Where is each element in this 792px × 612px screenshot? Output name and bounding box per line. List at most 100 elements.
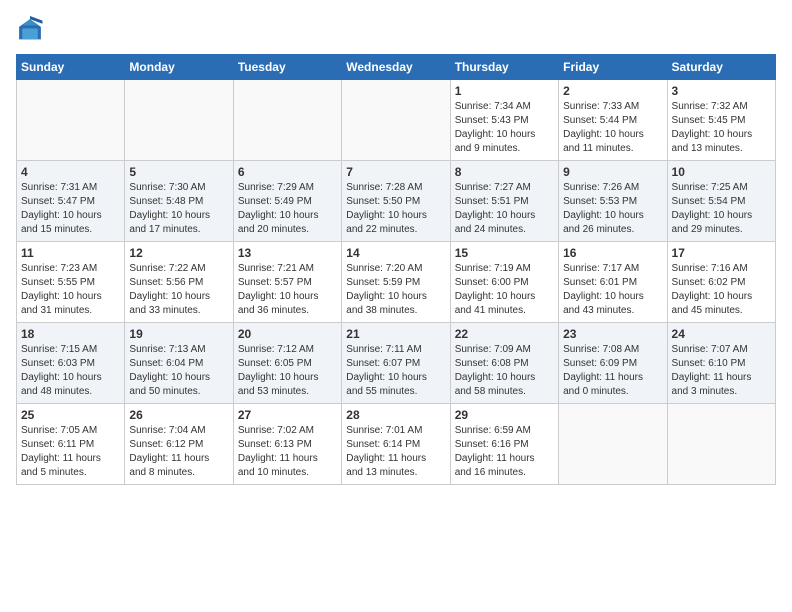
- day-info: Sunrise: 7:11 AM Sunset: 6:07 PM Dayligh…: [346, 343, 445, 399]
- calendar-cell: 26 Sunrise: 7:04 AM Sunset: 6:12 PM Dayli…: [125, 404, 233, 485]
- day-number: 20: [238, 327, 337, 341]
- calendar-cell: 6Sunrise: 7:29 AM Sunset: 5:49 PM Daylig…: [233, 161, 341, 242]
- day-number: 21: [346, 327, 445, 341]
- day-info: Sunrise: 7:26 AM Sunset: 5:53 PM Dayligh…: [563, 181, 662, 237]
- day-info: Sunrise: 7:05 AM Sunset: 6:11 PM Dayligh…: [21, 424, 120, 480]
- day-number: 10: [672, 165, 771, 179]
- day-number: 6: [238, 165, 337, 179]
- day-info: Sunrise: 7:15 AM Sunset: 6:03 PM Dayligh…: [21, 343, 120, 399]
- day-info: Sunrise: 7:19 AM Sunset: 6:00 PM Dayligh…: [455, 262, 554, 318]
- day-info: Sunrise: 7:21 AM Sunset: 5:57 PM Dayligh…: [238, 262, 337, 318]
- calendar-cell: 18 Sunrise: 7:15 AM Sunset: 6:03 PM Dayli…: [17, 323, 125, 404]
- day-number: 25: [21, 408, 120, 422]
- calendar-cell: 11 Sunrise: 7:23 AM Sunset: 5:55 PM Dayli…: [17, 242, 125, 323]
- day-number: 12: [129, 246, 228, 260]
- day-number: 28: [346, 408, 445, 422]
- col-header-tuesday: Tuesday: [233, 55, 341, 80]
- calendar-cell: 1 Sunrise: 7:34 AM Sunset: 5:43 PM Daylig…: [450, 80, 558, 161]
- day-info: Sunrise: 6:59 AM Sunset: 6:16 PM Dayligh…: [455, 424, 554, 480]
- day-info: Sunrise: 7:34 AM Sunset: 5:43 PM Dayligh…: [455, 100, 554, 156]
- calendar-cell: 25 Sunrise: 7:05 AM Sunset: 6:11 PM Dayli…: [17, 404, 125, 485]
- day-info: Sunrise: 7:31 AM Sunset: 5:47 PM Dayligh…: [21, 181, 120, 237]
- day-info: Sunrise: 7:32 AM Sunset: 5:45 PM Dayligh…: [672, 100, 771, 156]
- logo-icon: [16, 16, 44, 44]
- day-info: Sunrise: 7:30 AM Sunset: 5:48 PM Dayligh…: [129, 181, 228, 237]
- col-header-saturday: Saturday: [667, 55, 775, 80]
- day-info: Sunrise: 7:33 AM Sunset: 5:44 PM Dayligh…: [563, 100, 662, 156]
- week-row-1: 1 Sunrise: 7:34 AM Sunset: 5:43 PM Daylig…: [17, 80, 776, 161]
- day-number: 5: [129, 165, 228, 179]
- col-header-thursday: Thursday: [450, 55, 558, 80]
- calendar-cell: 22 Sunrise: 7:09 AM Sunset: 6:08 PM Dayli…: [450, 323, 558, 404]
- day-info: Sunrise: 7:25 AM Sunset: 5:54 PM Dayligh…: [672, 181, 771, 237]
- day-info: Sunrise: 7:12 AM Sunset: 6:05 PM Dayligh…: [238, 343, 337, 399]
- logo: [16, 16, 48, 44]
- day-info: Sunrise: 7:04 AM Sunset: 6:12 PM Dayligh…: [129, 424, 228, 480]
- week-row-2: 4 Sunrise: 7:31 AM Sunset: 5:47 PM Daylig…: [17, 161, 776, 242]
- week-row-5: 25 Sunrise: 7:05 AM Sunset: 6:11 PM Dayli…: [17, 404, 776, 485]
- day-number: 29: [455, 408, 554, 422]
- col-header-friday: Friday: [559, 55, 667, 80]
- calendar-cell: [342, 80, 450, 161]
- calendar-cell: 28Sunrise: 7:01 AM Sunset: 6:14 PM Dayli…: [342, 404, 450, 485]
- calendar-table: SundayMondayTuesdayWednesdayThursdayFrid…: [16, 54, 776, 485]
- day-number: 2: [563, 84, 662, 98]
- calendar-cell: 21 Sunrise: 7:11 AM Sunset: 6:07 PM Dayli…: [342, 323, 450, 404]
- day-info: Sunrise: 7:27 AM Sunset: 5:51 PM Dayligh…: [455, 181, 554, 237]
- week-row-3: 11 Sunrise: 7:23 AM Sunset: 5:55 PM Dayli…: [17, 242, 776, 323]
- calendar-cell: 14 Sunrise: 7:20 AM Sunset: 5:59 PM Dayli…: [342, 242, 450, 323]
- day-number: 17: [672, 246, 771, 260]
- calendar-cell: 10 Sunrise: 7:25 AM Sunset: 5:54 PM Dayli…: [667, 161, 775, 242]
- day-info: Sunrise: 7:08 AM Sunset: 6:09 PM Dayligh…: [563, 343, 662, 399]
- week-row-4: 18 Sunrise: 7:15 AM Sunset: 6:03 PM Dayli…: [17, 323, 776, 404]
- calendar-cell: 29 Sunrise: 6:59 AM Sunset: 6:16 PM Dayli…: [450, 404, 558, 485]
- calendar-cell: 3 Sunrise: 7:32 AM Sunset: 5:45 PM Daylig…: [667, 80, 775, 161]
- day-number: 11: [21, 246, 120, 260]
- day-number: 8: [455, 165, 554, 179]
- calendar-cell: 17 Sunrise: 7:16 AM Sunset: 6:02 PM Dayli…: [667, 242, 775, 323]
- calendar-cell: 12 Sunrise: 7:22 AM Sunset: 5:56 PM Dayli…: [125, 242, 233, 323]
- calendar-cell: 7Sunrise: 7:28 AM Sunset: 5:50 PM Daylig…: [342, 161, 450, 242]
- page-header: [16, 16, 776, 44]
- day-info: Sunrise: 7:09 AM Sunset: 6:08 PM Dayligh…: [455, 343, 554, 399]
- calendar-cell: 5 Sunrise: 7:30 AM Sunset: 5:48 PM Daylig…: [125, 161, 233, 242]
- day-info: Sunrise: 7:02 AM Sunset: 6:13 PM Dayligh…: [238, 424, 337, 480]
- calendar-cell: 24Sunrise: 7:07 AM Sunset: 6:10 PM Dayli…: [667, 323, 775, 404]
- calendar-cell: 9Sunrise: 7:26 AM Sunset: 5:53 PM Daylig…: [559, 161, 667, 242]
- header-row: SundayMondayTuesdayWednesdayThursdayFrid…: [17, 55, 776, 80]
- day-number: 27: [238, 408, 337, 422]
- day-number: 19: [129, 327, 228, 341]
- day-number: 18: [21, 327, 120, 341]
- day-info: Sunrise: 7:20 AM Sunset: 5:59 PM Dayligh…: [346, 262, 445, 318]
- col-header-sunday: Sunday: [17, 55, 125, 80]
- day-info: Sunrise: 7:16 AM Sunset: 6:02 PM Dayligh…: [672, 262, 771, 318]
- calendar-cell: [559, 404, 667, 485]
- calendar-cell: 2 Sunrise: 7:33 AM Sunset: 5:44 PM Daylig…: [559, 80, 667, 161]
- day-number: 23: [563, 327, 662, 341]
- day-number: 26: [129, 408, 228, 422]
- calendar-cell: 23 Sunrise: 7:08 AM Sunset: 6:09 PM Dayli…: [559, 323, 667, 404]
- day-number: 4: [21, 165, 120, 179]
- day-info: Sunrise: 7:22 AM Sunset: 5:56 PM Dayligh…: [129, 262, 228, 318]
- calendar-cell: 13 Sunrise: 7:21 AM Sunset: 5:57 PM Dayli…: [233, 242, 341, 323]
- day-number: 3: [672, 84, 771, 98]
- day-number: 15: [455, 246, 554, 260]
- calendar-cell: 8 Sunrise: 7:27 AM Sunset: 5:51 PM Daylig…: [450, 161, 558, 242]
- calendar-cell: [125, 80, 233, 161]
- day-number: 13: [238, 246, 337, 260]
- calendar-cell: [17, 80, 125, 161]
- calendar-cell: 27 Sunrise: 7:02 AM Sunset: 6:13 PM Dayli…: [233, 404, 341, 485]
- day-number: 7: [346, 165, 445, 179]
- col-header-wednesday: Wednesday: [342, 55, 450, 80]
- col-header-monday: Monday: [125, 55, 233, 80]
- day-info: Sunrise: 7:07 AM Sunset: 6:10 PM Dayligh…: [672, 343, 771, 399]
- day-info: Sunrise: 7:13 AM Sunset: 6:04 PM Dayligh…: [129, 343, 228, 399]
- calendar-cell: 4 Sunrise: 7:31 AM Sunset: 5:47 PM Daylig…: [17, 161, 125, 242]
- calendar-cell: 20 Sunrise: 7:12 AM Sunset: 6:05 PM Dayli…: [233, 323, 341, 404]
- day-number: 16: [563, 246, 662, 260]
- calendar-cell: 15 Sunrise: 7:19 AM Sunset: 6:00 PM Dayli…: [450, 242, 558, 323]
- day-number: 22: [455, 327, 554, 341]
- day-number: 14: [346, 246, 445, 260]
- day-info: Sunrise: 7:23 AM Sunset: 5:55 PM Dayligh…: [21, 262, 120, 318]
- day-number: 1: [455, 84, 554, 98]
